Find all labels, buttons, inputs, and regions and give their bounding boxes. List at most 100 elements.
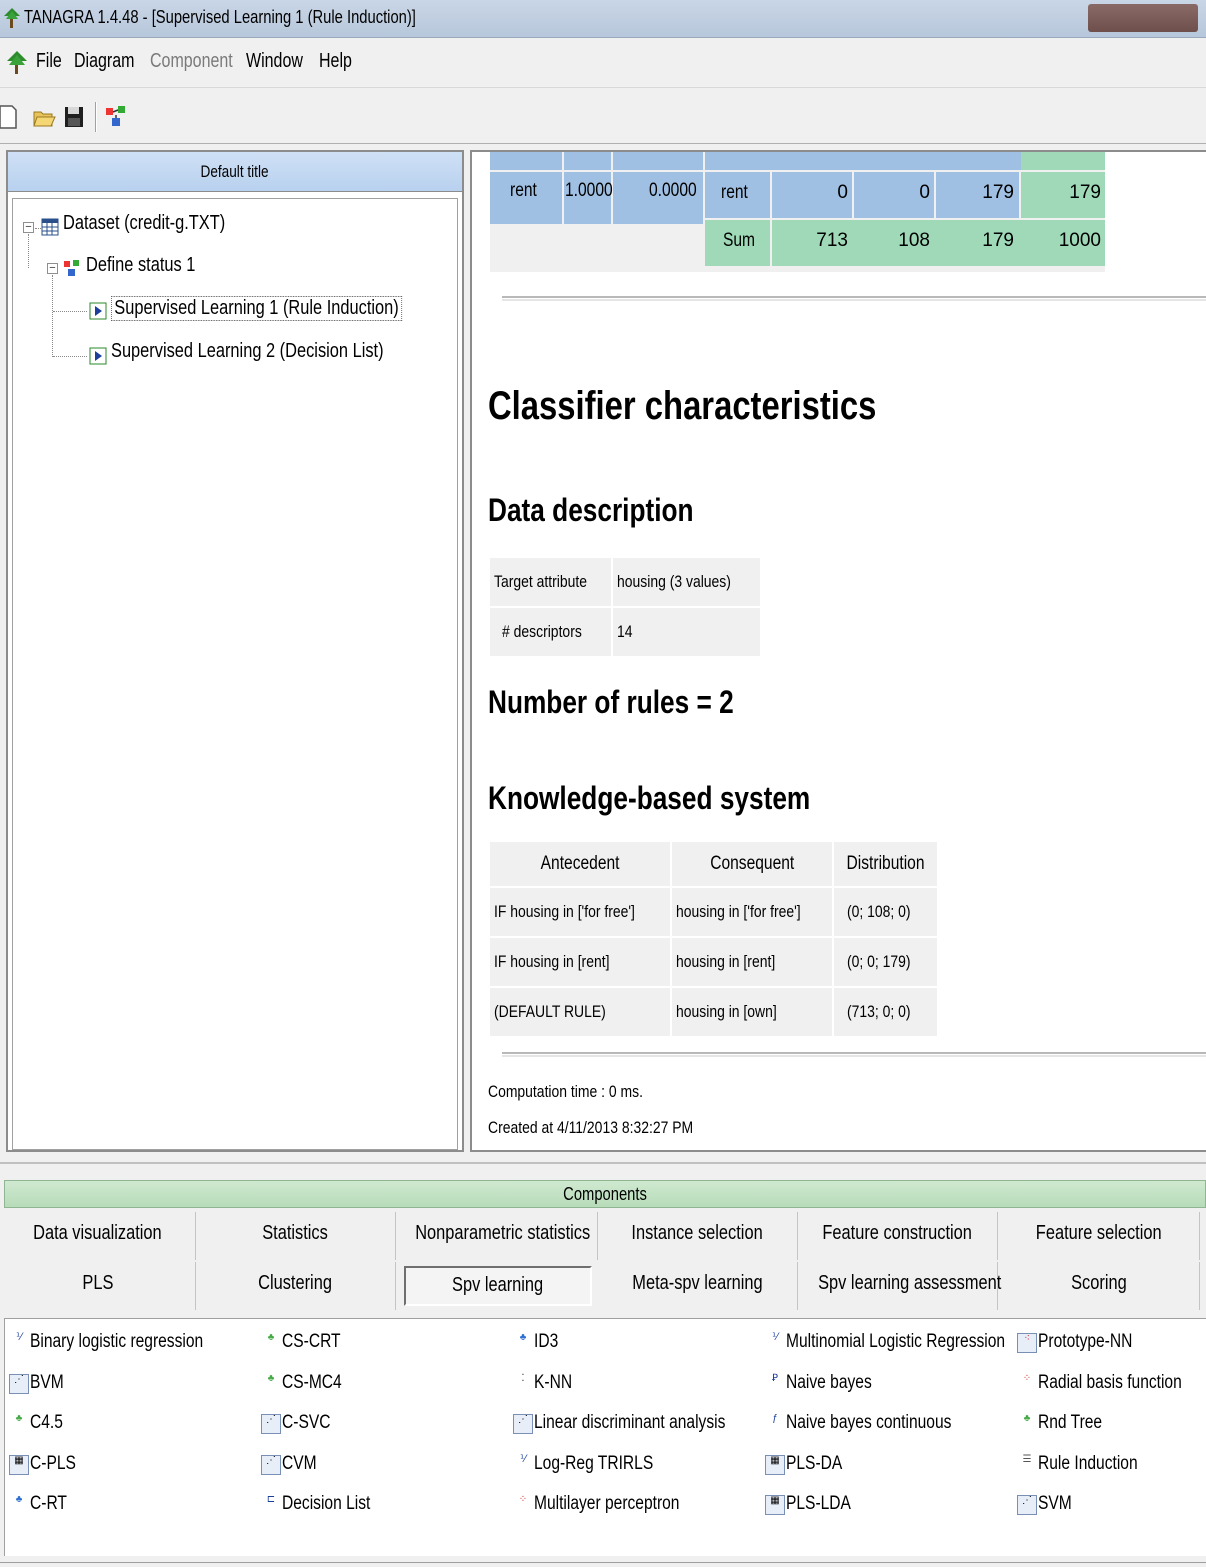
table-row: IF housing in ['for free'] housing in ['…: [490, 888, 937, 936]
table-header-row: Antecedent Consequent Distribution: [490, 842, 937, 886]
decision-list-icon: ⊏: [266, 1494, 276, 1505]
logistic-function-icon: ⅟: [772, 1332, 778, 1343]
supervised-learning-icon: [89, 347, 107, 365]
tab-scoring[interactable]: Scoring: [998, 1262, 1200, 1310]
tab-data-visualization[interactable]: Data visualization: [0, 1212, 196, 1260]
confusion-matrix: rent 0 0 179 179 Sum 713 108 179 1000: [705, 152, 1105, 272]
number-of-rules: Number of rules = 2: [488, 684, 734, 720]
matrix-header-total: [1021, 152, 1105, 170]
status-divider: [0, 1562, 1206, 1563]
collapse-define-status-icon[interactable]: −: [47, 263, 58, 274]
logistic-function-icon: ⅟: [16, 1332, 22, 1343]
created-at: Created at 4/11/2013 8:32:27 PM: [488, 1118, 694, 1137]
result-row-label: rent: [510, 180, 537, 201]
execute-component-icon[interactable]: [104, 104, 128, 130]
menu-diagram[interactable]: Diagram: [74, 50, 134, 73]
tree-icon: ♣: [15, 1413, 23, 1424]
dataset-table-icon: [41, 218, 59, 236]
tab-pls[interactable]: PLS: [0, 1262, 196, 1310]
diagram-panel: Default title − Dataset (credit-g.TXT) −: [6, 150, 464, 1152]
rule-antecedent: IF housing in [rent]: [490, 938, 670, 986]
tab-spv-learning-assessment[interactable]: Spv learning assessment: [798, 1262, 1001, 1310]
tree-icon: ♣: [267, 1373, 275, 1384]
workspace: Default title − Dataset (credit-g.TXT) −: [0, 144, 1206, 1162]
tree-node-supervised-learning-2[interactable]: Supervised Learning 2 (Decision List): [111, 340, 443, 370]
knn-icon: ⁚: [521, 1373, 525, 1384]
tree-node-supervised-learning-1[interactable]: Supervised Learning 1 (Rule Induction): [111, 296, 466, 326]
open-folder-icon[interactable]: [32, 104, 56, 130]
rule-consequent: housing in [rent]: [671, 938, 832, 986]
tab-instance-selection[interactable]: Instance selection: [598, 1212, 798, 1260]
menu-file[interactable]: File: [36, 50, 62, 73]
collapse-dataset-icon[interactable]: −: [23, 222, 34, 233]
define-status-icon: [64, 260, 79, 276]
tanagra-app-icon: [4, 8, 20, 28]
descriptors-value: 14: [613, 608, 761, 656]
tab-nonparametric-statistics[interactable]: Nonparametric statistics: [396, 1212, 598, 1260]
rule-consequent: housing in [own]: [671, 988, 832, 1036]
new-file-icon[interactable]: [0, 104, 20, 130]
rule-distribution: (0; 0; 179): [833, 938, 937, 986]
supervised-learning-icon: [89, 302, 107, 320]
tree-connector: [53, 311, 87, 312]
window-control-buttons[interactable]: [1088, 4, 1198, 32]
diagram-tree: − Dataset (credit-g.TXT) − Define status…: [12, 198, 458, 1150]
descriptors-label: # descriptors: [490, 608, 612, 656]
save-disk-icon[interactable]: [62, 104, 86, 130]
result-value: 0.0000: [649, 180, 697, 201]
tab-feature-selection[interactable]: Feature selection: [998, 1212, 1200, 1260]
knowledge-based-system-heading: Knowledge-based system: [488, 780, 811, 816]
rules-table: Antecedent Consequent Distribution IF ho…: [488, 840, 939, 1038]
document-tree-icon[interactable]: [6, 50, 28, 74]
tree-connector: [52, 275, 53, 357]
matrix-value: 0: [919, 182, 930, 203]
result-value: 1.0000: [565, 180, 613, 201]
matrix-sum-label: Sum: [723, 230, 756, 251]
svm-icon: ⋰: [261, 1414, 281, 1434]
table-row: Target attribute housing (3 values): [490, 558, 761, 606]
rule-distribution: (713; 0; 0): [833, 988, 937, 1036]
rule-antecedent: IF housing in ['for free']: [490, 888, 670, 936]
neural-network-icon: ⁘: [1022, 1373, 1032, 1384]
svm-icon: ⋰: [9, 1374, 29, 1394]
rule-antecedent: (DEFAULT RULE): [490, 988, 670, 1036]
target-attribute-label: Target attribute: [490, 558, 612, 606]
tab-meta-spv-learning[interactable]: Meta-spv learning: [598, 1262, 798, 1310]
tab-statistics[interactable]: Statistics: [196, 1212, 396, 1260]
matrix-sum-value: 179: [982, 230, 1014, 251]
components-header: Components: [4, 1180, 1206, 1208]
tree-node-dataset[interactable]: Dataset (credit-g.TXT): [63, 212, 261, 242]
rule-list-icon: ☰: [1022, 1454, 1032, 1465]
tab-clustering[interactable]: Clustering: [196, 1262, 396, 1310]
matrix-value: 179: [1069, 182, 1101, 203]
svm-icon: ⋰: [1017, 1495, 1037, 1515]
column-header-antecedent: Antecedent: [490, 842, 670, 886]
menu-window[interactable]: Window: [246, 50, 303, 73]
diagram-title-bar[interactable]: Default title: [8, 152, 462, 192]
column-header-distribution: Distribution: [833, 842, 937, 886]
tab-spv-learning[interactable]: Spv learning: [404, 1266, 592, 1306]
tree-node-define-status[interactable]: Define status 1: [86, 254, 219, 284]
matrix-sum-value: 713: [816, 230, 848, 251]
diagram-title: Default title: [200, 162, 270, 181]
section-divider: [502, 296, 1206, 301]
matrix-value: 179: [982, 182, 1014, 203]
cell-gap: [490, 170, 703, 172]
report-panel[interactable]: rent 1.0000 0.0000 rent 0 0 179 179 Sum: [470, 150, 1206, 1152]
toolbar: [0, 88, 1206, 144]
menu-help[interactable]: Help: [319, 50, 352, 73]
matrix-sum-value: 1000: [1058, 230, 1101, 251]
table-row: IF housing in [rent] housing in [rent] (…: [490, 938, 937, 986]
rule-distribution: (0; 108; 0): [833, 888, 937, 936]
title-bar: TANAGRA 1.4.48 - [Supervised Learning 1 …: [0, 0, 1206, 38]
tree-icon: ♣: [267, 1332, 275, 1343]
rule-consequent: housing in ['for free']: [671, 888, 832, 936]
cell-gap: [562, 152, 564, 224]
menu-component[interactable]: Component: [150, 50, 233, 73]
matrix-value: 0: [837, 182, 848, 203]
toolbar-separator: [95, 102, 97, 132]
pls-icon: ▦: [765, 1455, 785, 1475]
tree-connector: [28, 234, 29, 268]
tab-feature-construction[interactable]: Feature construction: [798, 1212, 998, 1260]
classifier-characteristics-title: Classifier characteristics: [488, 384, 877, 428]
